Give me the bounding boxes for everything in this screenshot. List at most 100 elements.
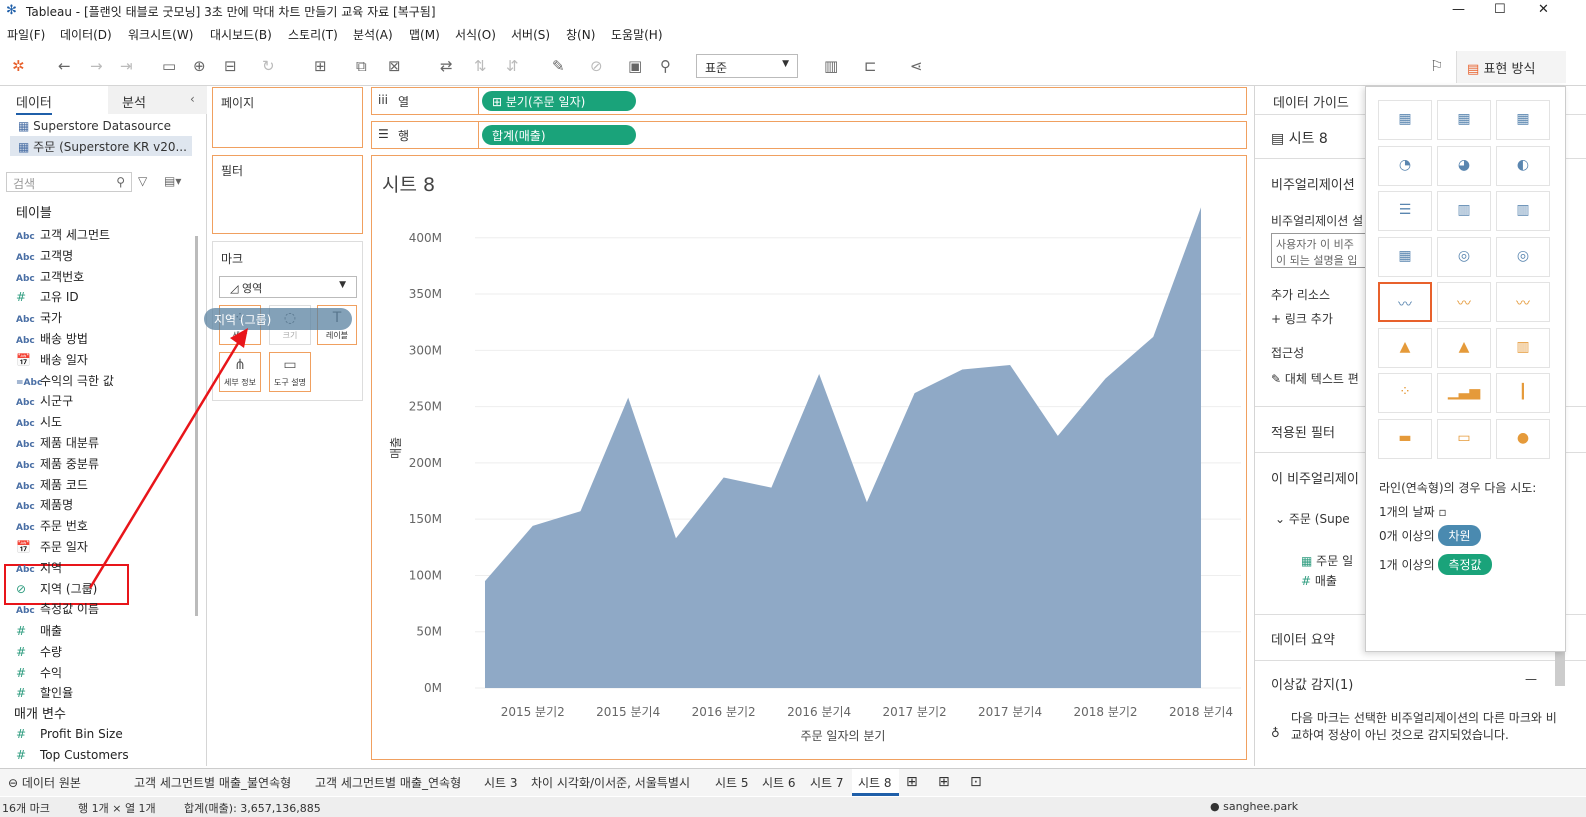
rows-shelf[interactable]: ☰ 행 합계(매출) (371, 121, 1247, 149)
menu-dashboard[interactable]: 대시보드(B) (210, 26, 272, 43)
sheet-tab[interactable]: 차이 시각화/이서준, 서울특별시 (531, 774, 690, 791)
field-item[interactable]: # Top Customers (16, 748, 129, 762)
field-item[interactable]: Abc 고객명 (16, 247, 73, 264)
menu-server[interactable]: 서버(S) (511, 26, 550, 43)
field-item[interactable]: Abc 제품 대분류 (16, 434, 99, 451)
minimize-icon[interactable]: — (1452, 2, 1465, 17)
field-item[interactable]: # Profit Bin Size (16, 727, 123, 741)
sheet-tab[interactable]: 시트 5 (715, 774, 749, 791)
add-link-button[interactable]: + 링크 추가 (1271, 310, 1333, 327)
field-item[interactable]: 📅 배송 일자 (16, 351, 88, 368)
new-worksheet-icon[interactable]: ⊞ (314, 57, 327, 75)
field-item[interactable]: # 수익 (16, 664, 62, 681)
show-cards-icon[interactable]: ▥ (824, 57, 838, 75)
viz-desc-input[interactable]: 사용자가 이 비주 이 되는 설명을 입 (1271, 233, 1371, 268)
clear-sheet-icon[interactable]: ⊠ (388, 57, 401, 75)
menu-file[interactable]: 파일(F) (7, 26, 45, 43)
show-me-line-discrete[interactable]: 〰 (1437, 282, 1491, 322)
search-input[interactable]: 검색 ⚲ (6, 172, 132, 192)
show-me-histogram[interactable]: ▁▃▅ (1437, 373, 1491, 413)
alt-text-button[interactable]: ✎ 대체 텍스트 편 (1271, 370, 1359, 387)
duplicate-sheet-icon[interactable]: ⧉ (356, 57, 367, 75)
close-icon[interactable]: ✕ (1538, 2, 1549, 17)
field-item[interactable]: # 할인율 (16, 684, 73, 701)
field-item[interactable]: # 고유 ID (16, 288, 79, 305)
new-story-icon[interactable]: ⊡ (970, 774, 982, 790)
show-me-heat-map[interactable]: ▦ (1437, 100, 1491, 140)
columns-shelf[interactable]: iii 열 ⊞ 분기(주문 일자) (371, 87, 1247, 115)
show-me-scatter[interactable]: ⁘ (1378, 373, 1432, 413)
columns-pill[interactable]: ⊞ 분기(주문 일자) (482, 91, 636, 111)
menu-map[interactable]: 맵(M) (409, 26, 440, 43)
pause-update-icon[interactable]: ⊟ (224, 57, 237, 75)
collapse-icon[interactable]: ‹ (190, 92, 195, 106)
sort-desc-icon[interactable]: ⇵ (506, 57, 519, 75)
show-me-pie-chart[interactable]: ◐ (1496, 145, 1550, 186)
field-item[interactable]: =Abc수익의 극한 값 (16, 372, 114, 389)
menu-worksheet[interactable]: 워크시트(W) (128, 26, 193, 43)
rows-pill[interactable]: 합계(매출) (482, 125, 636, 145)
show-me-side-circle[interactable]: ◎ (1496, 236, 1550, 277)
show-me-gantt[interactable]: ▬ (1378, 418, 1432, 459)
menu-format[interactable]: 서식(O) (455, 26, 496, 43)
show-me-area-continuous[interactable]: ▲ (1378, 327, 1432, 368)
undo-icon[interactable]: ← (58, 57, 71, 75)
share-icon[interactable]: ⋖ (910, 57, 923, 75)
menu-window[interactable]: 창(N) (566, 26, 595, 43)
show-me-dual-line[interactable]: 〰 (1496, 282, 1550, 322)
field-item[interactable]: Abc 제품 중분류 (16, 455, 99, 472)
field-item[interactable]: # 수량 (16, 643, 62, 660)
field-item[interactable]: Abc 주문 번호 (16, 517, 88, 534)
show-me-box-whisker[interactable]: ┃ (1496, 373, 1550, 413)
show-me-stacked-bar[interactable]: ▥ (1437, 191, 1491, 231)
datasource-node[interactable]: ⌄ 주문 (Supe (1275, 510, 1350, 527)
show-me-text-table[interactable]: ▦ (1378, 100, 1432, 140)
pin-panel-icon[interactable]: ⚐ (1430, 57, 1443, 75)
mark-type-dropdown[interactable]: ◿ 영역 ▼ (219, 276, 357, 298)
sheet-tab[interactable]: 시트 6 (762, 774, 796, 791)
fit-dropdown[interactable]: 표준 ▼ (696, 54, 798, 78)
field-item[interactable]: Abc 시도 (16, 413, 62, 430)
filters-card[interactable]: 필터 (212, 155, 363, 234)
swap-icon[interactable]: ⇄ (440, 57, 453, 75)
sheet-tab[interactable]: 시트 7 (810, 774, 844, 791)
refresh-icon[interactable]: ↻ (262, 57, 275, 75)
presentation-icon[interactable]: ⊏ (864, 57, 877, 75)
maximize-icon[interactable]: ☐ (1494, 2, 1506, 17)
menu-data[interactable]: 데이터(D) (60, 26, 112, 43)
detail-button[interactable]: ⋔ 세부 정보 (219, 352, 261, 392)
field-item[interactable]: Abc 측정값 이름 (16, 600, 99, 617)
datasource-tab[interactable]: ⊖ 데이터 원본 (8, 774, 81, 791)
datasource-item-selected[interactable]: ▦ 주문 (Superstore KR v20... (10, 136, 192, 156)
filter-icon[interactable]: ▽ (138, 174, 147, 188)
field-item[interactable]: Abc 지역 (16, 559, 62, 576)
menu-story[interactable]: 스토리(T) (288, 26, 338, 43)
show-me-circle-view[interactable]: ◎ (1437, 236, 1491, 277)
redo-icon[interactable]: → (90, 57, 103, 75)
show-me-dual-combo[interactable]: ▥ (1496, 327, 1550, 368)
pin-icon[interactable]: ⚲ (660, 57, 671, 75)
menu-help[interactable]: 도움말(H) (611, 26, 663, 43)
show-me-button[interactable]: ▤ 표현 방식 (1456, 51, 1566, 83)
view-options-icon[interactable]: ▤▾ (164, 174, 181, 188)
field-item[interactable]: Abc 제품 코드 (16, 476, 88, 493)
field-item[interactable]: Abc 제품명 (16, 496, 73, 513)
tab-analysis[interactable]: 분석 (122, 90, 146, 113)
new-sheet-icon[interactable]: ⊞ (906, 774, 918, 790)
replay-icon[interactable]: ⇥ (120, 57, 133, 75)
field-item[interactable]: ⊘ 지역 (그룹) (16, 580, 97, 597)
show-me-highlight-table[interactable]: ▦ (1496, 100, 1550, 140)
scrollbar[interactable] (195, 236, 198, 616)
field-item[interactable]: Abc 배송 방법 (16, 330, 88, 347)
field-item[interactable]: Abc 국가 (16, 309, 62, 326)
show-me-packed-bubbles[interactable]: ● (1496, 418, 1550, 459)
new-datasource-icon[interactable]: ⊕ (193, 57, 206, 75)
user-menu[interactable]: ● sanghee.park (1210, 800, 1298, 813)
sheet-tab[interactable]: 고객 세그먼트별 매출_불연속형 (134, 774, 291, 791)
field-item[interactable]: 📅 주문 일자 (16, 538, 88, 555)
field-item[interactable]: Abc 고객번호 (16, 268, 84, 285)
sheet-tab[interactable]: 고객 세그먼트별 매출_연속형 (315, 774, 461, 791)
show-me-area-discrete[interactable]: ▲ (1437, 327, 1491, 368)
tooltip-button[interactable]: ▭ 도구 설명 (269, 352, 311, 392)
show-me-filled-map[interactable]: ◕ (1437, 145, 1491, 186)
